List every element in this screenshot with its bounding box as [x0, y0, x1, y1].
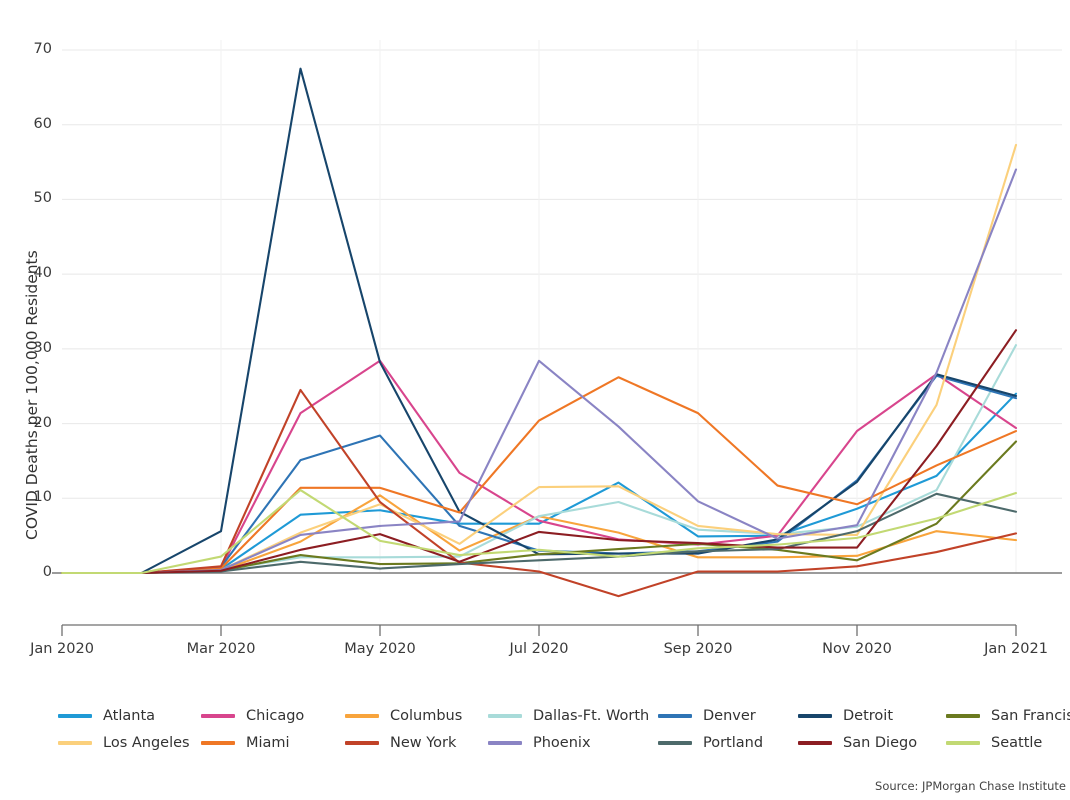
y-axis-tick-label: 10 [33, 489, 52, 506]
legend-color-swatch-icon [798, 741, 832, 745]
legend-color-swatch-icon [946, 714, 980, 718]
legend-item-portland[interactable]: Portland [658, 732, 763, 754]
legend-color-swatch-icon [798, 714, 832, 718]
legend-color-swatch-icon [201, 714, 235, 718]
legend-color-swatch-icon [488, 741, 522, 745]
legend-label: San Diego [843, 735, 918, 751]
legend-color-swatch-icon [201, 741, 235, 745]
legend-label: Los Angeles [103, 735, 190, 751]
y-axis-tick-label: 70 [33, 41, 52, 57]
legend-item-seattle[interactable]: Seattle [946, 732, 1042, 754]
y-axis-label: COVID Deaths per 100,000 Residents [2, 70, 41, 540]
legend-label: Phoenix [533, 735, 591, 751]
legend-label: Seattle [991, 735, 1043, 751]
legend-label: Detroit [843, 708, 893, 724]
legend-label: Dallas-Ft. Worth [533, 708, 650, 724]
y-axis-tick-label: 60 [33, 115, 52, 132]
x-axis-tick-label: Jan 2020 [30, 641, 94, 657]
legend-label: San Francisco [991, 708, 1070, 724]
x-axis-tick-label: Mar 2020 [186, 641, 256, 657]
plot-area [52, 40, 1062, 636]
legend-color-swatch-icon [58, 741, 92, 745]
legend-color-swatch-icon [345, 714, 379, 718]
chart-legend: Atlanta Los Angeles Chicago Miami Columbus Ne… [58, 705, 1070, 761]
legend-label: Atlanta [103, 708, 156, 724]
legend-item-denver[interactable]: Denver [658, 705, 756, 727]
legend-item-dallas-ft-worth[interactable]: Dallas-Ft. Worth [488, 705, 649, 727]
y-axis-tick-label: 40 [33, 265, 52, 282]
y-axis-tick-label: 30 [33, 339, 52, 356]
y-axis-tick-label: 0 [42, 564, 52, 580]
legend-item-atlanta[interactable]: Atlanta [58, 705, 155, 727]
legend-color-swatch-icon [345, 741, 379, 745]
legend-label: Denver [703, 708, 756, 724]
legend-color-swatch-icon [658, 741, 692, 745]
legend-item-los-angeles[interactable]: Los Angeles [58, 732, 190, 754]
legend-label: New York [390, 735, 457, 751]
legend-item-chicago[interactable]: Chicago [201, 705, 304, 727]
x-axis-tick-label: Nov 2020 [822, 641, 892, 657]
covid-deaths-line-chart: COVID Deaths per 100,000 Residents 0 10 20… [0, 0, 1070, 800]
x-axis-tick-label: Jan 2021 [984, 641, 1048, 657]
legend-label: Columbus [390, 708, 463, 724]
legend-item-miami[interactable]: Miami [201, 732, 290, 754]
legend-label: Portland [703, 735, 764, 751]
legend-item-san-diego[interactable]: San Diego [798, 732, 917, 754]
legend-item-new-york[interactable]: New York [345, 732, 456, 754]
source-attribution: Source: JPMorgan Chase Institute [875, 779, 1066, 793]
legend-item-detroit[interactable]: Detroit [798, 705, 893, 727]
legend-color-swatch-icon [488, 714, 522, 718]
y-axis-tick-label: 50 [33, 190, 52, 207]
legend-item-phoenix[interactable]: Phoenix [488, 732, 591, 754]
x-axis-tick-label: Sep 2020 [663, 641, 733, 657]
x-axis-tick-label: May 2020 [344, 641, 416, 657]
legend-color-swatch-icon [58, 714, 92, 718]
legend-color-swatch-icon [658, 714, 692, 718]
x-axis-tick-label: Jul 2020 [509, 641, 569, 657]
legend-item-san-francisco[interactable]: San Francisco [946, 705, 1070, 727]
y-axis-tick-label: 20 [33, 414, 52, 431]
legend-color-swatch-icon [946, 741, 980, 745]
legend-label: Miami [246, 735, 290, 751]
legend-item-columbus[interactable]: Columbus [345, 705, 462, 727]
legend-label: Chicago [246, 708, 305, 724]
